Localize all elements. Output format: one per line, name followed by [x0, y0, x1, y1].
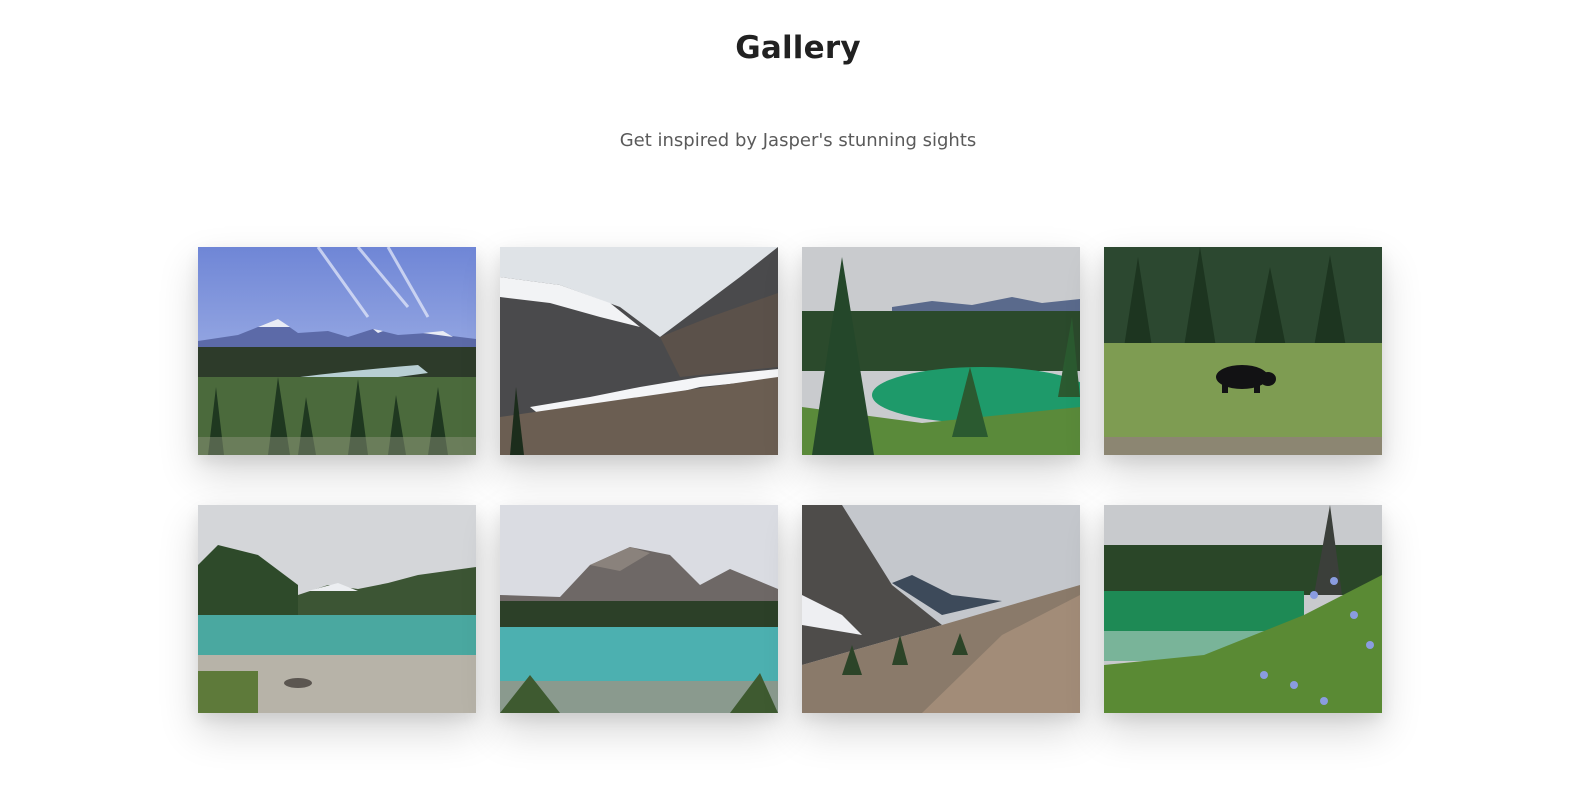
gallery-photo-green-lake-wildflowers[interactable] — [1104, 505, 1382, 713]
mountain-valley-river-image — [198, 247, 476, 455]
gallery-photo-glacier-cliff[interactable] — [500, 247, 778, 455]
glacier-cliff-image — [500, 247, 778, 455]
green-lake-wildflowers-image — [1104, 505, 1382, 713]
gallery-photo-black-bear-meadow[interactable] — [1104, 247, 1382, 455]
rocky-valley-glacier-image — [802, 505, 1080, 713]
turquoise-lake-reflection-image — [198, 505, 476, 713]
mountain-lake-image — [500, 505, 778, 713]
gallery-photo-turquoise-lake-reflection[interactable] — [198, 505, 476, 713]
gallery-page: Gallery Get inspired by Jasper's stunnin… — [0, 0, 1596, 794]
page-title: Gallery — [735, 30, 861, 66]
black-bear-meadow-image — [1104, 247, 1382, 455]
photo-grid — [198, 247, 1382, 713]
gallery-photo-mountain-valley-river[interactable] — [198, 247, 476, 455]
gallery-photo-emerald-lake-forest[interactable] — [802, 247, 1080, 455]
gallery-photo-mountain-lake[interactable] — [500, 505, 778, 713]
emerald-lake-forest-image — [802, 247, 1080, 455]
gallery-photo-rocky-valley-glacier[interactable] — [802, 505, 1080, 713]
page-subtitle: Get inspired by Jasper's stunning sights — [619, 130, 977, 151]
